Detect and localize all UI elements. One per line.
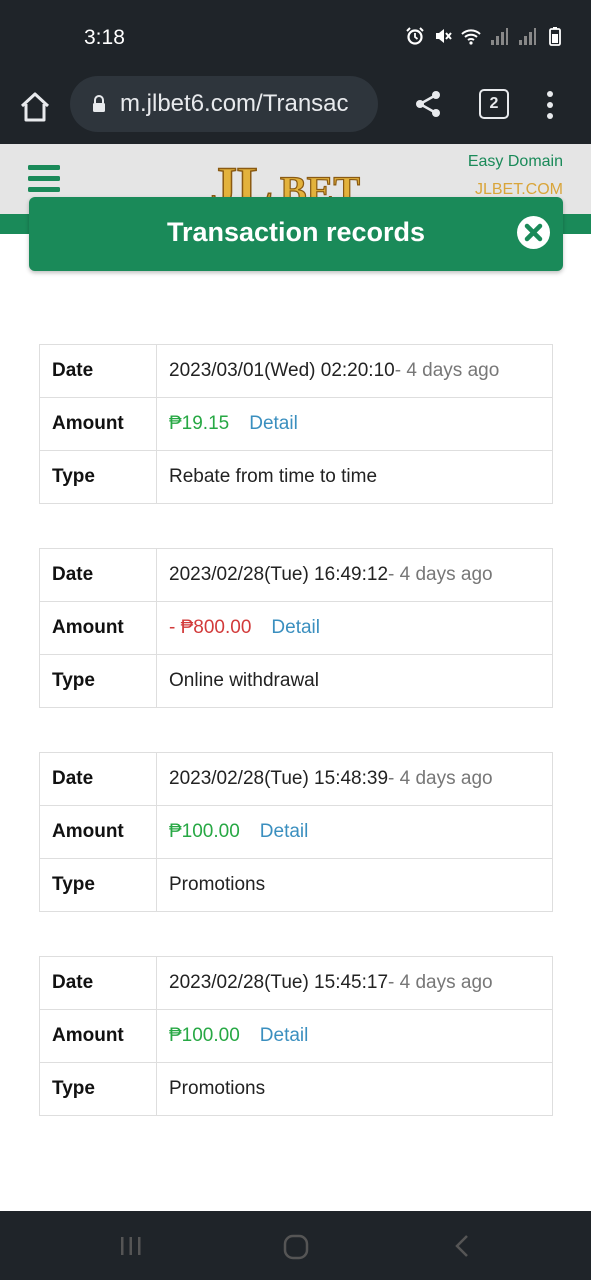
close-button[interactable]	[517, 216, 550, 249]
browser-toolbar: m.jlbet6.com/Transac 2	[0, 72, 591, 144]
time-ago: - 4 days ago	[394, 360, 500, 381]
amount-value: ₱100.00	[169, 1025, 240, 1046]
date-row: Date 2023/02/28(Tue) 16:49:12- 4 days ag…	[39, 548, 553, 602]
transaction-record: Date 2023/02/28(Tue) 16:49:12- 4 days ag…	[39, 548, 553, 708]
date-label: Date	[39, 956, 157, 1010]
system-nav-bar	[0, 1211, 591, 1280]
home-nav-icon[interactable]	[282, 1233, 310, 1261]
type-label: Type	[39, 654, 157, 708]
type-label: Type	[39, 450, 157, 504]
signal-icon	[491, 28, 508, 45]
type-row: Type Promotions	[39, 858, 553, 912]
type-row: Type Online withdrawal	[39, 654, 553, 708]
type-value: Promotions	[156, 1062, 553, 1116]
amount-row: Amount ₱100.00 Detail	[39, 805, 553, 859]
amount-value: ₱19.15	[169, 413, 230, 434]
mute-icon	[436, 29, 452, 43]
date-label: Date	[39, 344, 157, 398]
date-row: Date 2023/03/01(Wed) 02:20:10- 4 days ag…	[39, 344, 553, 398]
amount-row: Amount ₱19.15 Detail	[39, 397, 553, 451]
amount-label: Amount	[39, 397, 157, 451]
tab-switcher-button[interactable]: 2	[479, 89, 509, 119]
hamburger-menu-icon[interactable]	[28, 164, 60, 194]
back-icon[interactable]	[450, 1233, 476, 1259]
recent-apps-icon[interactable]	[118, 1233, 144, 1259]
transaction-record: Date 2023/02/28(Tue) 15:45:17- 4 days ag…	[39, 956, 553, 1116]
amount-label: Amount	[39, 805, 157, 859]
signal-icon	[519, 28, 536, 45]
more-options-icon[interactable]	[540, 88, 560, 122]
type-row: Type Promotions	[39, 1062, 553, 1116]
date-row: Date 2023/02/28(Tue) 15:48:39- 4 days ag…	[39, 752, 553, 806]
modal-header: Transaction records	[29, 197, 563, 271]
home-icon[interactable]	[18, 90, 52, 124]
type-label: Type	[39, 1062, 157, 1116]
amount-value: - ₱800.00	[169, 617, 252, 638]
status-time: 3:18	[84, 26, 125, 49]
date-label: Date	[39, 752, 157, 806]
wifi-icon	[461, 29, 481, 45]
detail-link[interactable]: Detail	[271, 617, 320, 638]
transaction-record: Date 2023/03/01(Wed) 02:20:10- 4 days ag…	[39, 344, 553, 504]
type-value: Online withdrawal	[156, 654, 553, 708]
detail-link[interactable]: Detail	[260, 821, 309, 842]
amount-value: ₱100.00	[169, 821, 240, 842]
date-value: 2023/02/28(Tue) 15:45:17	[169, 972, 389, 993]
amount-row: Amount ₱100.00 Detail	[39, 1009, 553, 1063]
amount-label: Amount	[39, 601, 157, 655]
address-bar[interactable]: m.jlbet6.com/Transac	[70, 76, 378, 132]
type-label: Type	[39, 858, 157, 912]
date-value: 2023/02/28(Tue) 16:49:12	[169, 564, 389, 585]
detail-link[interactable]: Detail	[260, 1025, 309, 1046]
share-icon[interactable]	[412, 88, 444, 120]
type-value: Rebate from time to time	[156, 450, 553, 504]
date-label: Date	[39, 548, 157, 602]
url-text: m.jlbet6.com/Transac	[120, 90, 349, 117]
type-row: Type Rebate from time to time	[39, 450, 553, 504]
amount-label: Amount	[39, 1009, 157, 1063]
status-bar: 3:18	[0, 0, 591, 72]
detail-link[interactable]: Detail	[249, 413, 298, 434]
type-value: Promotions	[156, 858, 553, 912]
lock-icon	[93, 95, 105, 112]
date-value: 2023/03/01(Wed) 02:20:10	[169, 360, 395, 381]
alarm-icon	[406, 27, 424, 45]
date-value: 2023/02/28(Tue) 15:48:39	[169, 768, 389, 789]
close-icon	[524, 223, 543, 242]
time-ago: - 4 days ago	[388, 972, 493, 993]
amount-row: Amount - ₱800.00 Detail	[39, 601, 553, 655]
date-row: Date 2023/02/28(Tue) 15:45:17- 4 days ag…	[39, 956, 553, 1010]
time-ago: - 4 days ago	[388, 768, 493, 789]
easy-domain-label: Easy Domain	[467, 153, 563, 170]
time-ago: - 4 days ago	[388, 564, 493, 585]
modal-title: Transaction records	[166, 217, 426, 247]
battery-icon	[549, 27, 561, 46]
transaction-record: Date 2023/02/28(Tue) 15:48:39- 4 days ag…	[39, 752, 553, 912]
